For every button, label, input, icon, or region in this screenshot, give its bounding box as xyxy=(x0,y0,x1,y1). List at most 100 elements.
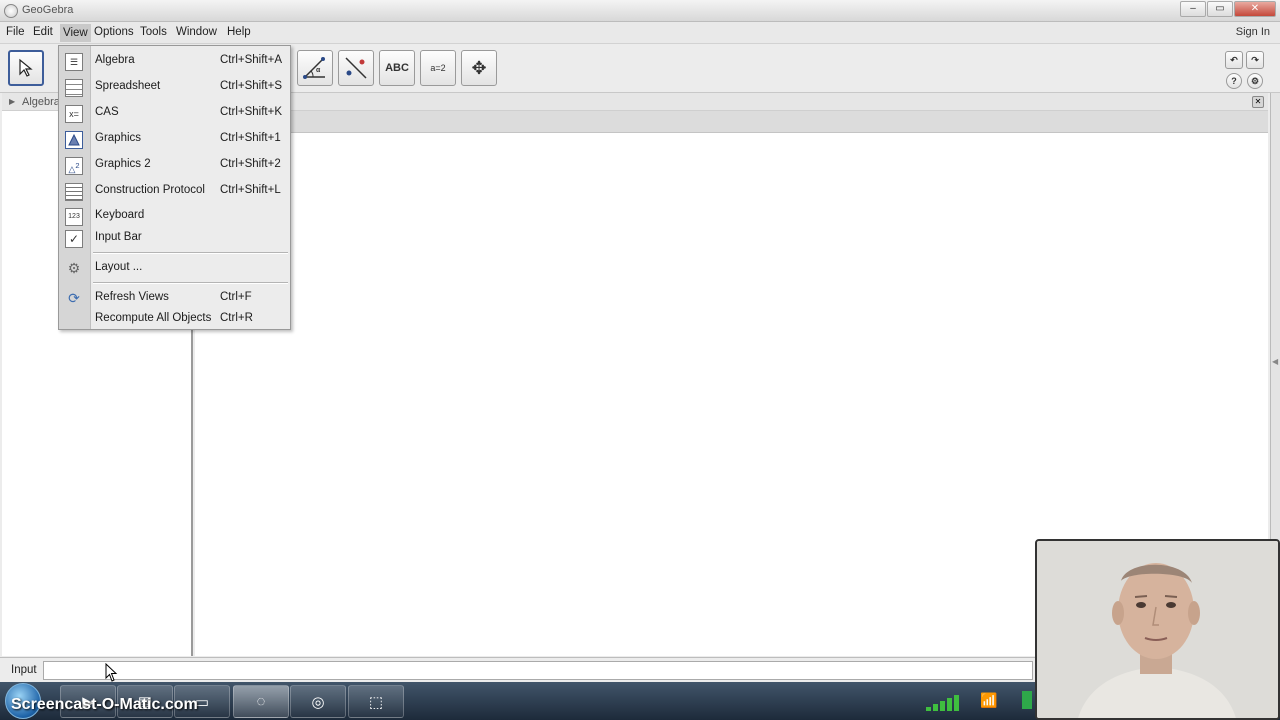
presenter-video-image xyxy=(1037,541,1278,718)
window-title: GeoGebra xyxy=(22,4,74,16)
slider-tool-button[interactable]: a=2 xyxy=(420,50,456,86)
menu-tools[interactable]: Tools xyxy=(140,26,167,38)
menu-item-label: Refresh Views xyxy=(95,291,169,303)
title-bar: GeoGebra – ▭ ✕ xyxy=(0,0,1280,22)
slider-tool-icon: a=2 xyxy=(430,63,446,73)
screencast-watermark: Screencast-O-Matic.com xyxy=(11,696,198,713)
menu-item-label: Input Bar xyxy=(95,231,142,243)
menu-edit[interactable]: Edit xyxy=(33,26,53,38)
graphics-style-bar xyxy=(195,111,1268,133)
menu-item-construction-protocol[interactable]: Construction Protocol Ctrl+Shift+L xyxy=(59,179,290,203)
menu-item-label: Graphics xyxy=(95,132,142,144)
graphics-view-header: ✕ xyxy=(195,93,1268,111)
gear-icon: ⚙ xyxy=(1250,75,1260,86)
mouse-cursor-icon xyxy=(105,663,118,682)
menu-item-cas[interactable]: x= CAS Ctrl+Shift+K xyxy=(59,101,290,125)
help-button[interactable]: ? xyxy=(1226,73,1242,89)
handle-arrow-icon: ◀ xyxy=(1272,357,1279,366)
menu-file[interactable]: File xyxy=(6,26,25,38)
collapse-triangle-icon[interactable]: ▶ xyxy=(9,97,15,106)
system-tray: 📶 xyxy=(922,685,1034,717)
screencast-icon: ◎ xyxy=(311,693,325,711)
graphics-icon xyxy=(65,131,83,149)
input-label: Input xyxy=(11,664,37,676)
move-graphics-view-icon: ✥ xyxy=(471,57,487,78)
checkmark-icon: ✓ xyxy=(65,230,83,248)
taskbar-app-snipping[interactable]: ⬚ xyxy=(348,685,404,718)
triangle-shape-icon xyxy=(68,133,80,146)
menu-item-layout[interactable]: ⚙ Layout ... xyxy=(59,256,290,280)
keyboard-icon: 123 xyxy=(65,208,83,226)
menu-item-label: Graphics 2 xyxy=(95,158,151,170)
menu-help[interactable]: Help xyxy=(227,26,251,38)
geogebra-app-icon xyxy=(4,4,18,18)
angle-tool-button[interactable]: α xyxy=(297,50,333,86)
menu-item-label: Construction Protocol xyxy=(95,184,205,196)
menu-item-shortcut: Ctrl+Shift+1 xyxy=(220,132,281,144)
menu-item-shortcut: Ctrl+Shift+2 xyxy=(220,158,281,170)
menu-item-label: Recompute All Objects xyxy=(95,312,212,324)
maximize-button[interactable]: ▭ xyxy=(1207,1,1233,17)
algebra-view-title: Algebra xyxy=(22,96,60,108)
menu-item-spreadsheet[interactable]: Spreadsheet Ctrl+Shift+S xyxy=(59,75,290,99)
reflect-tool-button[interactable] xyxy=(338,50,374,86)
algebra-icon: ☰ xyxy=(65,53,83,71)
menu-options[interactable]: Options xyxy=(94,26,134,38)
menu-item-input-bar[interactable]: ✓ Input Bar xyxy=(59,226,290,250)
minimize-button[interactable]: – xyxy=(1180,1,1206,17)
superscript-two: 2 xyxy=(75,161,80,170)
close-view-button[interactable]: ✕ xyxy=(1252,96,1264,108)
sign-in-link[interactable]: Sign In xyxy=(1236,26,1270,38)
menu-item-label: Layout ... xyxy=(95,261,143,273)
menu-item-algebra[interactable]: ☰ Algebra Ctrl+Shift+A xyxy=(59,49,290,73)
help-icon: ? xyxy=(1231,76,1237,86)
menu-item-shortcut: Ctrl+Shift+A xyxy=(220,54,282,66)
graphics2-icon: △2 xyxy=(65,157,83,175)
close-window-button[interactable]: ✕ xyxy=(1234,1,1276,17)
redo-button[interactable]: ↷ xyxy=(1246,51,1264,69)
menu-separator xyxy=(93,282,288,284)
reflect-tool-icon xyxy=(345,57,367,79)
move-arrow-icon xyxy=(19,58,33,77)
battery-icon[interactable] xyxy=(1022,691,1032,709)
snipping-tool-icon: ⬚ xyxy=(368,693,384,711)
redo-icon: ↷ xyxy=(1251,54,1259,65)
view-menu-dropdown: ☰ Algebra Ctrl+Shift+A Spreadsheet Ctrl+… xyxy=(58,45,291,330)
menu-item-shortcut: Ctrl+R xyxy=(220,312,253,324)
taskbar-app-geogebra[interactable]: ◌ xyxy=(233,685,289,718)
cas-icon: x= xyxy=(65,105,83,123)
geogebra-icon: ◌ xyxy=(256,693,266,710)
taskbar-app-screencast[interactable]: ◎ xyxy=(290,685,346,718)
menu-item-graphics-2[interactable]: △2 Graphics 2 Ctrl+Shift+2 xyxy=(59,153,290,177)
settings-button[interactable]: ⚙ xyxy=(1247,73,1263,89)
menu-item-recompute-all-objects[interactable]: Recompute All Objects Ctrl+R xyxy=(59,307,290,331)
menu-item-shortcut: Ctrl+Shift+L xyxy=(220,184,281,196)
input-bar: Input xyxy=(0,657,1035,682)
menu-view[interactable]: View xyxy=(60,24,91,42)
menu-item-label: Spreadsheet xyxy=(95,80,161,92)
menu-item-shortcut: Ctrl+Shift+S xyxy=(220,80,282,92)
construction-protocol-icon xyxy=(65,183,83,201)
menu-item-label: CAS xyxy=(95,106,119,118)
angle-tool-icon: α xyxy=(303,57,325,79)
undo-button[interactable]: ↶ xyxy=(1225,51,1243,69)
wireless-icon[interactable]: 📶 xyxy=(980,692,997,709)
undo-icon: ↶ xyxy=(1230,54,1238,65)
text-tool-button[interactable]: ABC xyxy=(379,50,415,86)
menu-item-keyboard[interactable]: 123 Keyboard xyxy=(59,204,290,228)
spreadsheet-icon xyxy=(65,79,83,97)
menu-window[interactable]: Window xyxy=(176,26,217,38)
gear-icon: ⚙ xyxy=(67,260,81,276)
menu-item-label: Algebra xyxy=(95,54,135,66)
move-tool-button[interactable] xyxy=(8,50,44,86)
move-graphics-view-button[interactable]: ✥ xyxy=(461,50,497,86)
menu-item-graphics[interactable]: Graphics Ctrl+Shift+1 xyxy=(59,127,290,151)
menu-item-shortcut: Ctrl+Shift+K xyxy=(220,106,282,118)
menu-bar: File Edit View Options Tools Window Help… xyxy=(0,22,1280,44)
refresh-icon: ⟳ xyxy=(68,290,80,306)
svg-text:α: α xyxy=(316,67,321,74)
input-field[interactable] xyxy=(43,661,1033,680)
signal-strength-icon xyxy=(926,695,959,711)
text-tool-icon: ABC xyxy=(385,62,409,74)
menu-item-shortcut: Ctrl+F xyxy=(220,291,252,303)
